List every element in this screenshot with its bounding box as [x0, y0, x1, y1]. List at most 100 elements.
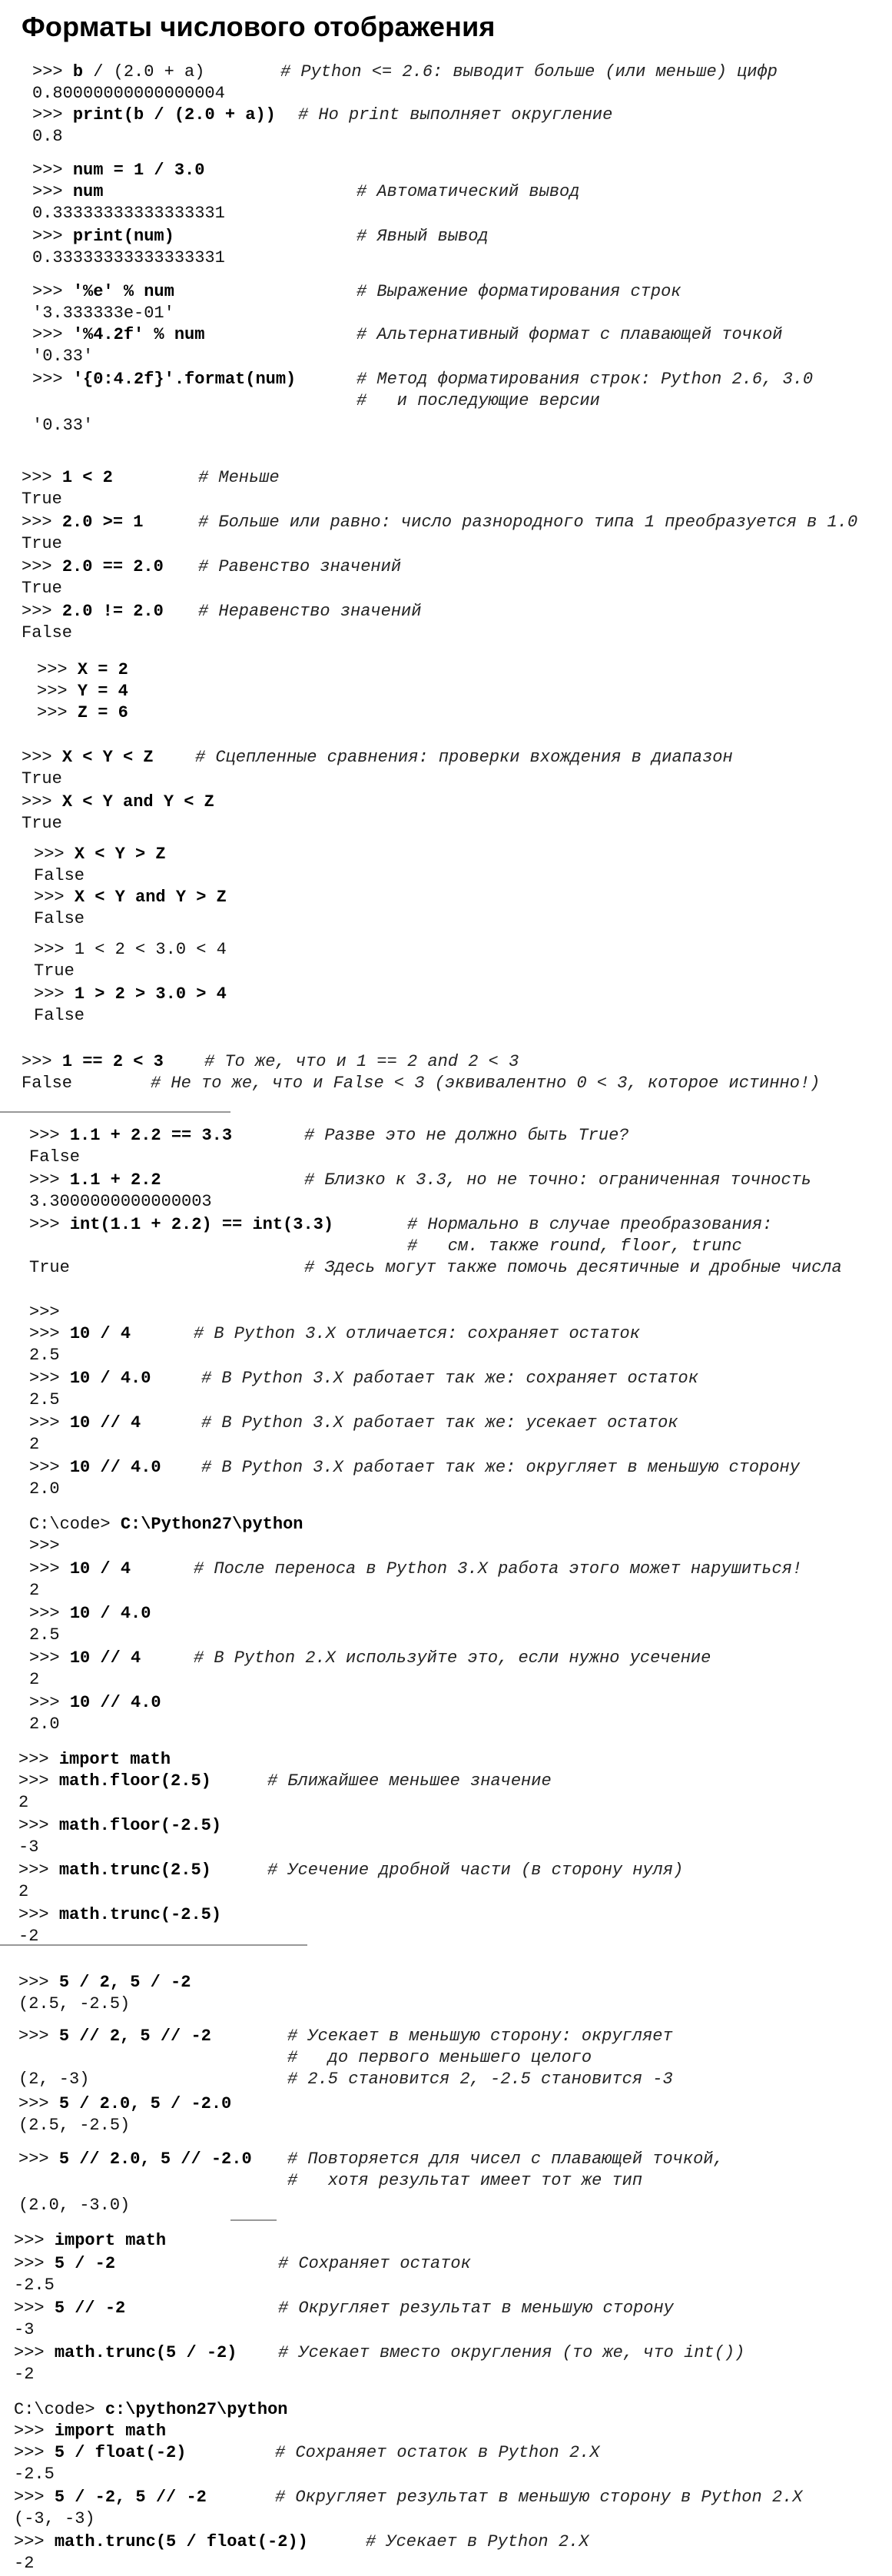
- code-line: >>> 5 // 2.0, 5 // -2.0: [18, 2149, 252, 2170]
- code-input: X < Y < Z: [61, 748, 154, 767]
- output-text: False: [34, 909, 85, 928]
- code-comment: # Python <= 2.6: выводит больше (или мен…: [280, 62, 778, 81]
- code-input: 10 / 4.0: [69, 1604, 151, 1623]
- code-comment: # Автоматический вывод: [356, 182, 580, 201]
- output-text: True: [22, 490, 62, 509]
- prompt: >>>: [14, 2443, 55, 2462]
- code-line: False: [34, 908, 85, 930]
- prompt: >>>: [18, 1973, 59, 1992]
- prompt: >>>: [32, 227, 73, 246]
- code-line: >>> 10 // 4: [29, 1412, 141, 1434]
- code-line: 3.3000000000000003: [29, 1191, 212, 1213]
- output-text: 3.3000000000000003: [29, 1192, 212, 1211]
- output-text: 2.5: [29, 1346, 60, 1365]
- output-text: False: [34, 1006, 85, 1025]
- output-text: >>>: [29, 1303, 60, 1322]
- code-input-plain: / (2.0 + a): [83, 62, 205, 81]
- code-line: False: [34, 1005, 85, 1027]
- code-line: 2.5: [29, 1345, 60, 1366]
- prompt: >>>: [29, 1559, 70, 1578]
- output-text: False: [29, 1147, 81, 1167]
- prompt: >>>: [29, 1126, 70, 1145]
- code-input: int(1.1 + 2.2) == int(3.3): [69, 1215, 334, 1234]
- code-comment: # Равенство значений: [198, 557, 402, 576]
- code-line: (-3, -3): [14, 2508, 95, 2530]
- code-comment: # То же, что и 1 == 2 and 2 < 3: [204, 1052, 519, 1071]
- output-text: True: [22, 534, 62, 553]
- prompt: >>>: [22, 468, 62, 487]
- code-comment: # Метод форматирования строк: Python 2.6…: [356, 370, 814, 389]
- prompt: >>>: [29, 1604, 70, 1623]
- output-text: False: [22, 623, 73, 642]
- code-line: >>> 10 / 4.0: [29, 1368, 151, 1389]
- prompt: >>>: [18, 2149, 59, 2169]
- code-comment: # Неравенство значений: [198, 602, 422, 621]
- output-text: 0.33333333333333331: [32, 204, 225, 223]
- prompt: >>>: [32, 62, 73, 81]
- output-text: 2.0: [29, 1715, 60, 1734]
- code-comment: # Разве это не должно быть True?: [304, 1126, 629, 1145]
- prompt: >>>: [29, 1215, 70, 1234]
- prompt: >>>: [18, 1861, 59, 1880]
- code-line: >>> X < Y and Y < Z: [22, 792, 214, 813]
- code-line: >>> import math: [18, 1749, 171, 1771]
- code-comment: # Выражение форматирования строк: [356, 282, 681, 301]
- code-input: '%e' % num: [72, 282, 174, 301]
- code-input: print(num): [72, 227, 174, 246]
- code-line: '3.333333e-01': [32, 303, 174, 324]
- code-line: -3: [14, 2319, 34, 2341]
- code-line: >>> X < Y > Z: [34, 844, 166, 865]
- prompt: >>>: [22, 792, 62, 812]
- prompt: >>>: [22, 748, 62, 767]
- code-line: >>> 2.0 >= 1: [22, 512, 143, 533]
- code-line: >>> 10 / 4: [29, 1559, 131, 1580]
- prompt: >>>: [32, 105, 73, 124]
- code-line: >>> num: [32, 181, 103, 203]
- code-comment: # Больше или равно: число разнородного т…: [198, 513, 858, 532]
- prompt: >>>: [14, 2254, 55, 2273]
- code-input: math.trunc(-2.5): [58, 1905, 222, 1924]
- output-text: -3: [14, 2320, 35, 2339]
- code-line: >>> import math: [14, 2230, 166, 2252]
- code-input: math.floor(2.5): [58, 1771, 211, 1791]
- code-input: import math: [54, 2231, 167, 2250]
- prompt: >>>: [29, 1369, 70, 1388]
- code-line: >>> Z = 6: [37, 702, 128, 724]
- code-line: 2: [18, 1792, 28, 1814]
- output-text: True: [29, 1258, 70, 1277]
- code-input: X < Y > Z: [74, 845, 166, 864]
- code-input: 5 / float(-2): [54, 2443, 187, 2462]
- output-text: (-3, -3): [14, 2509, 95, 2528]
- prompt: >>>: [29, 1413, 70, 1432]
- output-text: False: [34, 866, 85, 885]
- prompt: >>>: [37, 660, 78, 679]
- code-line: 2: [18, 1881, 28, 1903]
- code-line: >>> int(1.1 + 2.2) == int(3.3): [29, 1214, 333, 1236]
- code-input: import math: [58, 1750, 171, 1769]
- code-line: 2: [29, 1669, 39, 1691]
- code-line: 0.33333333333333331: [32, 247, 225, 269]
- code-comment: # Меньше: [198, 468, 280, 487]
- code-line: (2.0, -3.0): [18, 2195, 130, 2216]
- code-comment: # В Python 3.X работает так же: усекает …: [201, 1413, 678, 1432]
- code-line: >>> X < Y and Y > Z: [34, 887, 227, 908]
- scan-fragment: [0, 1111, 230, 1113]
- prompt: >>>: [18, 1816, 59, 1835]
- prompt: >>>: [34, 940, 75, 959]
- output-text: 2: [18, 1793, 29, 1812]
- prompt: >>>: [22, 1052, 62, 1071]
- code-input: import math: [54, 2422, 167, 2441]
- code-line: (2.5, -2.5): [18, 1993, 130, 2015]
- prompt: >>>: [14, 2488, 55, 2507]
- output-text: 2: [29, 1581, 40, 1600]
- code-line: >>> import math: [14, 2421, 166, 2442]
- code-input: 2.0 != 2.0: [61, 602, 164, 621]
- output-text: (2.5, -2.5): [18, 1994, 131, 2013]
- prompt: >>>: [34, 845, 75, 864]
- prompt: >>>: [37, 682, 78, 701]
- code-comment: # Явный вывод: [356, 227, 489, 246]
- code-line: -3: [18, 1837, 38, 1858]
- code-input: 1 > 2 > 3.0 > 4: [74, 984, 227, 1004]
- code-line: >>> num = 1 / 3.0: [32, 160, 204, 181]
- code-comment: # Усечение дробной части (в сторону нуля…: [267, 1861, 684, 1880]
